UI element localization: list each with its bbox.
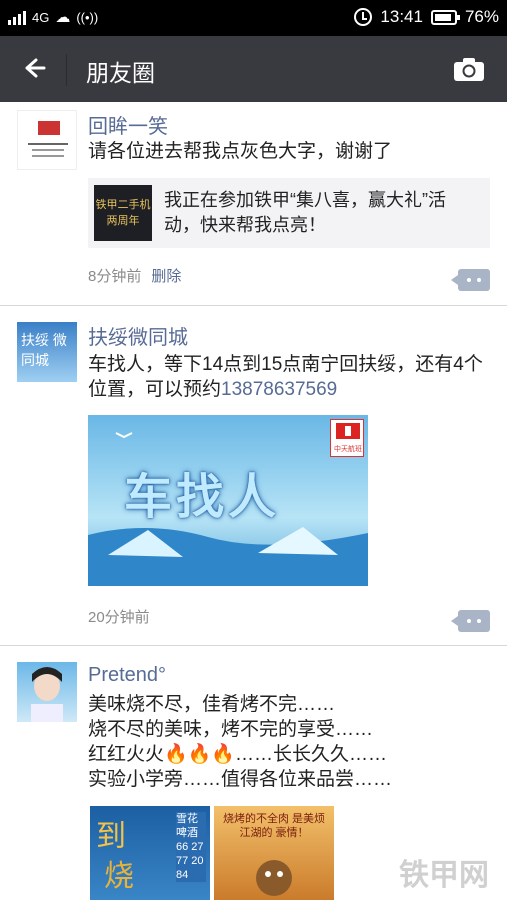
post-image[interactable]: 车找人 中天航班 xyxy=(88,415,368,586)
weather-icon: ☁ xyxy=(55,9,71,26)
poster-name[interactable]: 回眸一笑 xyxy=(88,110,168,139)
status-right: 13:41 76% xyxy=(354,7,499,27)
post-text: 请各位进去帮我点灰色大字，谢谢了 xyxy=(88,141,393,162)
status-bar: 4G ☁ ((•)) 13:41 76% xyxy=(0,0,507,36)
image-caption: 车找人 xyxy=(124,471,281,524)
post-line: 红红火火🔥🔥🔥……长长久久…… xyxy=(88,744,387,765)
image-logo-text: 中天航班 xyxy=(334,446,362,453)
header-divider xyxy=(66,54,67,86)
share-thumb-text: 铁甲二手机 两周年 xyxy=(95,199,151,227)
clock: 13:41 xyxy=(380,7,423,26)
avatar[interactable] xyxy=(17,110,77,170)
post-line: 烧不尽的美味，烤不完的享受…… xyxy=(88,719,374,740)
post-line: 实验小学旁……值得各位来品尝…… xyxy=(88,769,393,790)
feed-post: 扶绥 微同城 扶绥微同城 车找人，等下14点到15点南宁回扶绥，还有4个位置，可… xyxy=(0,306,507,646)
moments-feed[interactable]: 回眸一笑 请各位进去帮我点灰色大字，谢谢了 铁甲二手机 两周年 我正在参加铁甲“… xyxy=(0,102,507,900)
comment-icon[interactable] xyxy=(451,269,490,291)
camera-icon[interactable] xyxy=(453,56,485,82)
poster-name[interactable]: 扶绥微同城 xyxy=(88,321,188,350)
phone-link[interactable]: 13878637569 xyxy=(221,379,337,400)
post-image[interactable]: 烧烤的不全肉 是美烦江湖的 豪情！ xyxy=(214,806,334,900)
post-image[interactable]: 雪花啤酒 66 27 77 20 84 到烧 xyxy=(90,806,210,900)
feed-post: 回眸一笑 请各位进去帮我点灰色大字，谢谢了 铁甲二手机 两周年 我正在参加铁甲“… xyxy=(0,102,507,306)
back-arrow-icon[interactable] xyxy=(20,54,50,84)
poster-name[interactable]: Pretend° xyxy=(88,664,166,687)
status-left: 4G ☁ ((•)) xyxy=(8,8,98,26)
shared-link-card[interactable]: 铁甲二手机 两周年 我正在参加铁甲“集八喜，赢大礼”活动，快来帮我点亮！ xyxy=(88,178,490,248)
page-title: 朋友圈 xyxy=(86,60,155,86)
comment-icon[interactable] xyxy=(451,610,490,632)
battery-level: 76% xyxy=(464,7,499,26)
post-time: 8分钟前 xyxy=(88,268,142,285)
post-meta: 8分钟前 删除 xyxy=(88,265,181,286)
avatar[interactable] xyxy=(17,662,77,722)
image-text: 雪花啤酒 66 27 77 20 84 xyxy=(176,812,206,882)
battery-icon xyxy=(430,9,460,25)
post-line: 美味烧不尽，佳肴烤不完…… xyxy=(88,694,336,715)
alarm-icon xyxy=(354,8,373,26)
network-type: 4G xyxy=(32,9,50,25)
svg-text:到: 到 xyxy=(96,819,126,854)
share-thumbnail: 铁甲二手机 两周年 xyxy=(94,185,152,241)
signal-icon xyxy=(8,9,26,25)
post-text-block: 车找人，等下14点到15点南宁回扶绥，还有4个位置，可以预约1387863756… xyxy=(88,352,488,402)
post-text-block: 美味烧不尽，佳肴烤不完…… 烧不尽的美味，烤不完的享受…… 红红火火🔥🔥🔥……长… xyxy=(88,692,488,792)
post-time: 20分钟前 xyxy=(88,609,150,626)
hotspot-icon: ((•)) xyxy=(76,9,99,25)
image-logo: 中天航班 xyxy=(330,419,364,457)
watermark: 铁甲网 xyxy=(399,859,489,892)
app-header: 朋友圈 xyxy=(0,36,507,102)
delete-link[interactable]: 删除 xyxy=(151,268,181,285)
avatar[interactable]: 扶绥 微同城 xyxy=(17,322,77,382)
svg-text:烧: 烧 xyxy=(104,859,134,894)
avatar-text: 扶绥 微同城 xyxy=(21,332,67,368)
share-title: 我正在参加铁甲“集八喜，赢大礼”活动，快来帮我点亮！ xyxy=(164,190,446,235)
